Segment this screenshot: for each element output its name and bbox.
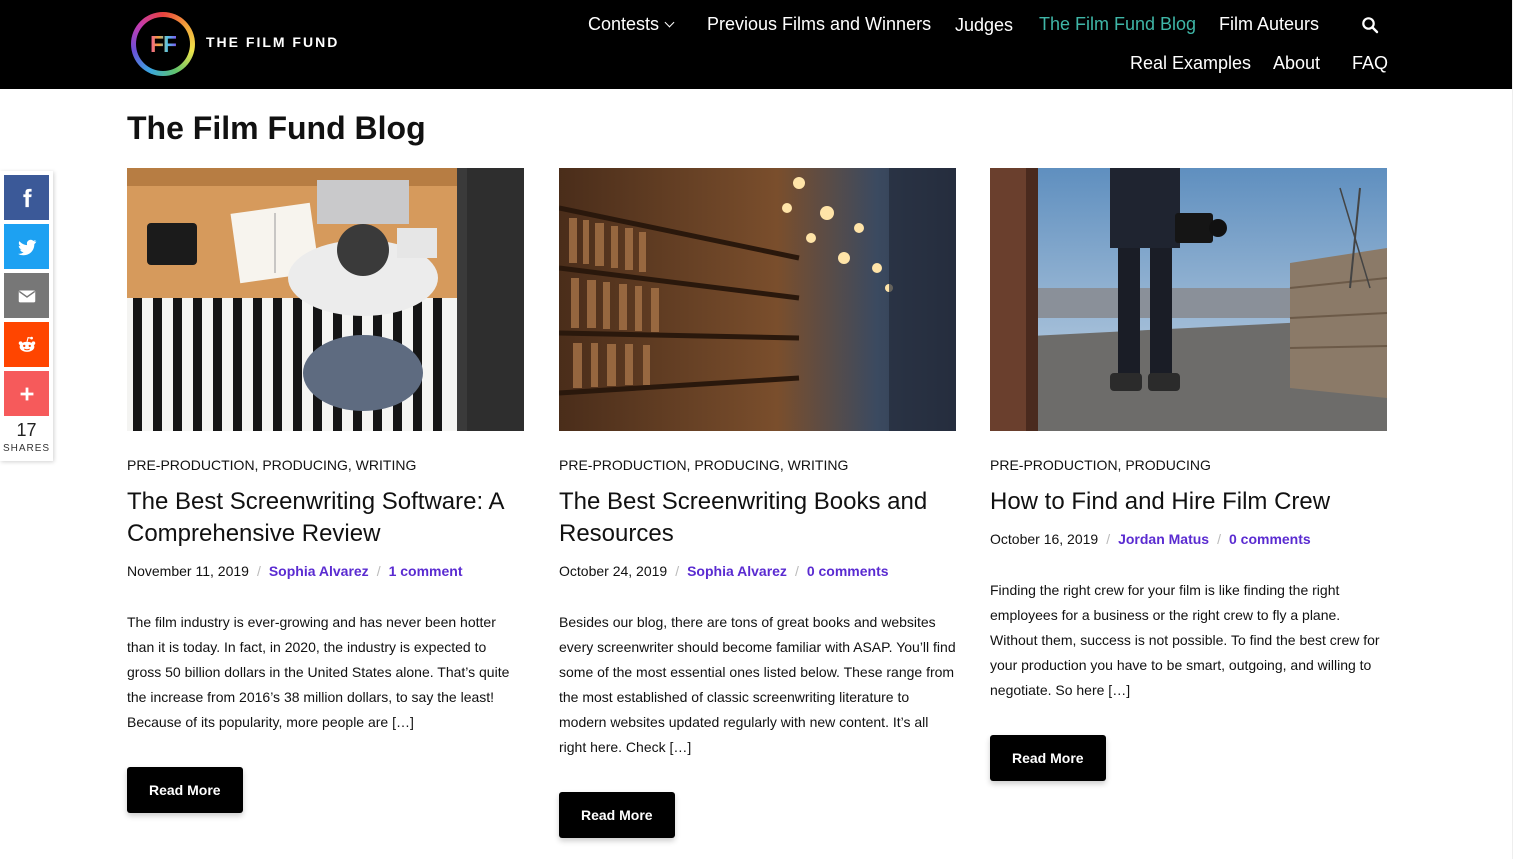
post-thumbnail-library-shelves[interactable] xyxy=(559,168,956,431)
search-icon[interactable] xyxy=(1361,16,1379,34)
site-logo[interactable]: FF xyxy=(131,12,195,76)
post-excerpt: Finding the right crew for your film is … xyxy=(990,582,1380,698)
site-header: FF THE FILM FUND Contests Previous Films… xyxy=(0,0,1512,89)
logo-letters: FF xyxy=(149,30,177,57)
post-thumbnail-camera-operator[interactable] xyxy=(990,168,1387,431)
nav-film-auteurs[interactable]: Film Auteurs xyxy=(1219,14,1319,35)
nav-judges[interactable]: Judges xyxy=(955,15,1013,36)
post-title[interactable]: How to Find and Hire Film Crew xyxy=(990,486,1387,518)
nav-contests[interactable]: Contests xyxy=(588,14,675,35)
page-title: The Film Fund Blog xyxy=(127,110,426,146)
more-share-button[interactable] xyxy=(4,371,49,416)
post-comments[interactable]: 0 comments xyxy=(1229,531,1311,547)
nav-real-examples[interactable]: Real Examples xyxy=(1130,53,1251,74)
post-thumbnail-writer-at-desk[interactable] xyxy=(127,168,524,431)
post-categories[interactable]: PRE-PRODUCTION, PRODUCING, WRITING xyxy=(559,457,848,473)
post-excerpt: Besides our blog, there are tons of grea… xyxy=(559,614,956,755)
logo-inner: FF xyxy=(136,17,190,71)
post-meta: October 16, 2019 / Jordan Matus / 0 comments xyxy=(990,531,1311,547)
twitter-share-button[interactable] xyxy=(4,224,49,269)
plus-icon xyxy=(20,387,33,400)
email-share-button[interactable] xyxy=(4,273,49,318)
share-count: 17 xyxy=(16,420,37,440)
nav-faq[interactable]: FAQ xyxy=(1352,53,1388,74)
site-name[interactable]: THE FILM FUND xyxy=(206,34,339,50)
envelope-icon xyxy=(18,290,35,302)
post-date: October 16, 2019 xyxy=(990,531,1099,547)
share-label: SHARES xyxy=(2,443,51,454)
read-more-button[interactable]: Read More xyxy=(559,792,675,838)
post-meta: October 24, 2019 / Sophia Alvarez / 0 commen… xyxy=(559,563,889,579)
meta-separator: / xyxy=(794,563,799,579)
meta-separator: / xyxy=(376,563,381,579)
nav-previous-films[interactable]: Previous Films and Winners xyxy=(707,14,931,35)
post-excerpt: The film industry is ever-growing and ha… xyxy=(127,614,510,730)
nav-about[interactable]: About xyxy=(1273,53,1320,74)
facebook-icon xyxy=(22,188,32,207)
meta-separator: / xyxy=(675,563,680,579)
post-comments[interactable]: 1 comment xyxy=(389,563,463,579)
post-meta: November 11, 2019 / Sophia Alvarez / 1 comme… xyxy=(127,563,463,579)
post-categories[interactable]: PRE-PRODUCTION, PRODUCING, WRITING xyxy=(127,457,416,473)
twitter-icon xyxy=(17,239,36,255)
post-author[interactable]: Sophia Alvarez xyxy=(687,563,787,579)
meta-separator: / xyxy=(256,563,261,579)
reddit-share-button[interactable] xyxy=(4,322,49,367)
meta-separator: / xyxy=(1106,531,1111,547)
post-date: November 11, 2019 xyxy=(127,563,249,579)
read-more-button[interactable]: Read More xyxy=(990,735,1106,781)
scrollbar-track[interactable] xyxy=(1512,0,1518,859)
post-categories[interactable]: PRE-PRODUCTION, PRODUCING xyxy=(990,457,1211,473)
chevron-down-icon xyxy=(664,17,675,28)
social-share-bar: 17 SHARES xyxy=(0,171,53,461)
nav-label: Contests xyxy=(588,14,660,34)
post-title[interactable]: The Best Screenwriting Software: A Compr… xyxy=(127,486,524,550)
post-author[interactable]: Sophia Alvarez xyxy=(269,563,369,579)
reddit-icon xyxy=(18,336,35,352)
post-comments[interactable]: 0 comments xyxy=(807,563,889,579)
read-more-button[interactable]: Read More xyxy=(127,767,243,813)
meta-separator: / xyxy=(1217,531,1221,547)
post-title[interactable]: The Best Screenwriting Books and Resourc… xyxy=(559,486,956,550)
nav-blog[interactable]: The Film Fund Blog xyxy=(1039,14,1196,35)
facebook-share-button[interactable] xyxy=(4,175,49,220)
post-date: October 24, 2019 xyxy=(559,563,668,579)
post-author[interactable]: Jordan Matus xyxy=(1118,531,1209,547)
